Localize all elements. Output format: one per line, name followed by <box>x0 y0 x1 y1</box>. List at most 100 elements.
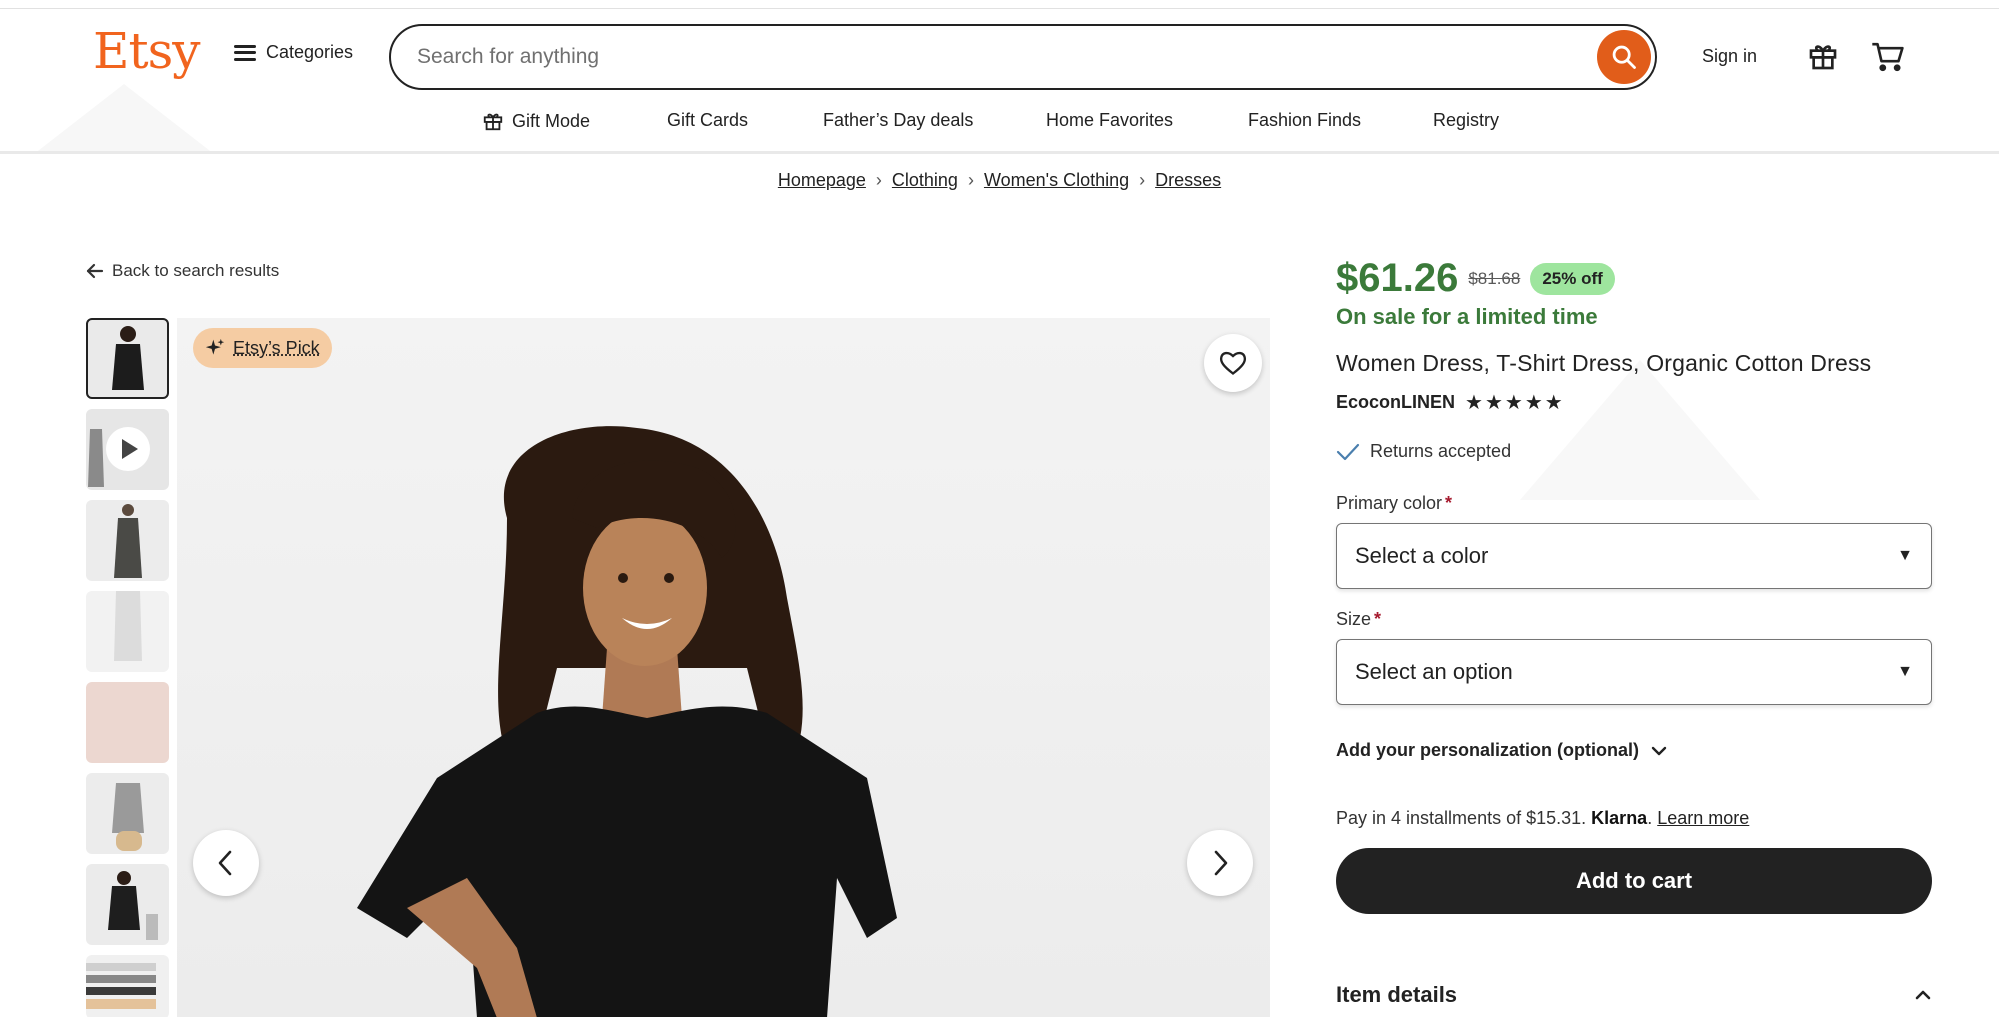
badge-label: Etsy’s Pick <box>233 338 320 359</box>
star-icon: ★ <box>1525 390 1543 415</box>
chevron-right-icon: › <box>968 170 974 191</box>
star-icon: ★ <box>1505 390 1523 415</box>
rating-stars[interactable]: ★ ★ ★ ★ ★ <box>1465 390 1563 415</box>
breadcrumb: Homepage › Clothing › Women's Clothing ›… <box>0 170 1999 191</box>
thumbnail[interactable] <box>86 955 169 1017</box>
nav-fathers-day-deals[interactable]: Father’s Day deals <box>823 110 973 131</box>
product-photo <box>177 318 1270 1017</box>
field-label-text: Size <box>1336 609 1371 629</box>
thumbnail[interactable] <box>86 318 169 399</box>
select-value: Select a color <box>1355 543 1488 569</box>
item-details-toggle[interactable]: Item details <box>1336 982 1932 1008</box>
thumbnail[interactable] <box>86 591 169 672</box>
breadcrumb-dresses[interactable]: Dresses <box>1155 170 1221 191</box>
sparkle-icon <box>205 338 225 358</box>
back-link-label: Back to search results <box>112 261 279 281</box>
back-to-search-link[interactable]: Back to search results <box>86 261 279 281</box>
klarna-text: Pay in 4 installments of $15.31. <box>1336 808 1586 828</box>
header-divider <box>0 151 1999 154</box>
star-icon: ★ <box>1485 390 1503 415</box>
search-bar <box>389 24 1657 90</box>
chevron-down-icon <box>1651 745 1667 757</box>
menu-icon <box>234 45 256 61</box>
product-thumbnail-image <box>86 864 169 945</box>
next-image-button[interactable] <box>1187 830 1253 896</box>
primary-color-select[interactable]: Select a color ▼ <box>1336 523 1932 589</box>
breadcrumb-clothing[interactable]: Clothing <box>892 170 958 191</box>
sign-in-link[interactable]: Sign in <box>1702 46 1757 67</box>
item-details-label: Item details <box>1336 982 1457 1008</box>
nav-gift-mode[interactable]: Gift Mode <box>482 110 590 132</box>
previous-image-button[interactable] <box>193 830 259 896</box>
nav-gift-cards[interactable]: Gift Cards <box>667 110 748 131</box>
etsy-logo[interactable]: Etsy <box>93 22 200 80</box>
original-price: $81.68 <box>1468 269 1520 289</box>
select-value: Select an option <box>1355 659 1513 685</box>
gift-icon <box>1807 40 1839 72</box>
klarna-info: Pay in 4 installments of $15.31. Klarna.… <box>1336 808 1749 829</box>
discount-badge: 25% off <box>1530 263 1614 295</box>
shop-name-link[interactable]: EcoconLINEN <box>1336 392 1455 413</box>
sale-price: $61.26 <box>1336 256 1458 301</box>
decorative-shape <box>1520 360 1760 500</box>
shop-info: EcoconLINEN ★ ★ ★ ★ ★ <box>1336 390 1563 415</box>
search-icon <box>1610 43 1638 71</box>
star-icon: ★ <box>1465 390 1483 415</box>
nav-home-favorites[interactable]: Home Favorites <box>1046 110 1173 131</box>
sale-note: On sale for a limited time <box>1336 304 1598 330</box>
product-thumbnail-image <box>86 773 169 854</box>
thumbnail-list <box>86 318 169 1017</box>
gift-mode-button[interactable] <box>1807 40 1839 77</box>
cart-button[interactable] <box>1871 40 1905 77</box>
chevron-left-icon <box>216 849 236 877</box>
search-button[interactable] <box>1597 30 1651 84</box>
product-thumbnail-image <box>86 409 169 490</box>
field-label-text: Primary color <box>1336 493 1442 513</box>
breadcrumb-womens-clothing[interactable]: Women's Clothing <box>984 170 1129 191</box>
size-select[interactable]: Select an option ▼ <box>1336 639 1932 705</box>
categories-label: Categories <box>266 42 353 63</box>
top-divider <box>0 8 1999 9</box>
klarna-logo: Klarna <box>1591 808 1647 828</box>
personalization-toggle[interactable]: Add your personalization (optional) <box>1336 740 1667 761</box>
product-thumbnail-image <box>86 591 169 672</box>
chevron-right-icon: › <box>876 170 882 191</box>
thumbnail[interactable] <box>86 500 169 581</box>
nav-fashion-finds[interactable]: Fashion Finds <box>1248 110 1361 131</box>
search-input[interactable] <box>417 26 1567 87</box>
etsys-pick-badge[interactable]: Etsy’s Pick <box>193 328 332 368</box>
caret-down-icon: ▼ <box>1897 547 1913 565</box>
primary-color-label: Primary color * <box>1336 493 1452 514</box>
product-thumbnail-image <box>86 955 169 1017</box>
personalization-label: Add your personalization (optional) <box>1336 740 1639 761</box>
learn-more-link[interactable]: Learn more <box>1657 808 1749 828</box>
returns-label: Returns accepted <box>1370 441 1511 462</box>
product-title: Women Dress, T-Shirt Dress, Organic Cott… <box>1336 350 1871 377</box>
decorative-shape <box>34 84 214 154</box>
favorite-button[interactable] <box>1204 334 1262 392</box>
chevron-up-icon <box>1914 989 1932 1001</box>
price-row: $61.26 $81.68 25% off <box>1336 256 1615 301</box>
chevron-right-icon <box>1210 849 1230 877</box>
required-indicator: * <box>1374 609 1381 629</box>
nav-label: Gift Mode <box>512 111 590 132</box>
chevron-right-icon: › <box>1139 170 1145 191</box>
main-product-image: Etsy’s Pick <box>177 318 1270 1017</box>
arrow-left-icon <box>86 263 104 279</box>
thumbnail[interactable] <box>86 682 169 763</box>
thumbnail-video[interactable] <box>86 409 169 490</box>
thumbnail[interactable] <box>86 773 169 854</box>
required-indicator: * <box>1445 493 1452 513</box>
thumbnail[interactable] <box>86 864 169 945</box>
caret-down-icon: ▼ <box>1897 663 1913 681</box>
size-label: Size * <box>1336 609 1381 630</box>
checkmark-icon <box>1336 442 1360 462</box>
klarna-period: . <box>1647 808 1652 828</box>
nav-registry[interactable]: Registry <box>1433 110 1499 131</box>
cart-icon <box>1871 40 1905 72</box>
breadcrumb-homepage[interactable]: Homepage <box>778 170 866 191</box>
product-thumbnail-image <box>86 500 169 581</box>
categories-button[interactable]: Categories <box>234 42 353 63</box>
star-icon: ★ <box>1545 390 1563 415</box>
add-to-cart-button[interactable]: Add to cart <box>1336 848 1932 914</box>
